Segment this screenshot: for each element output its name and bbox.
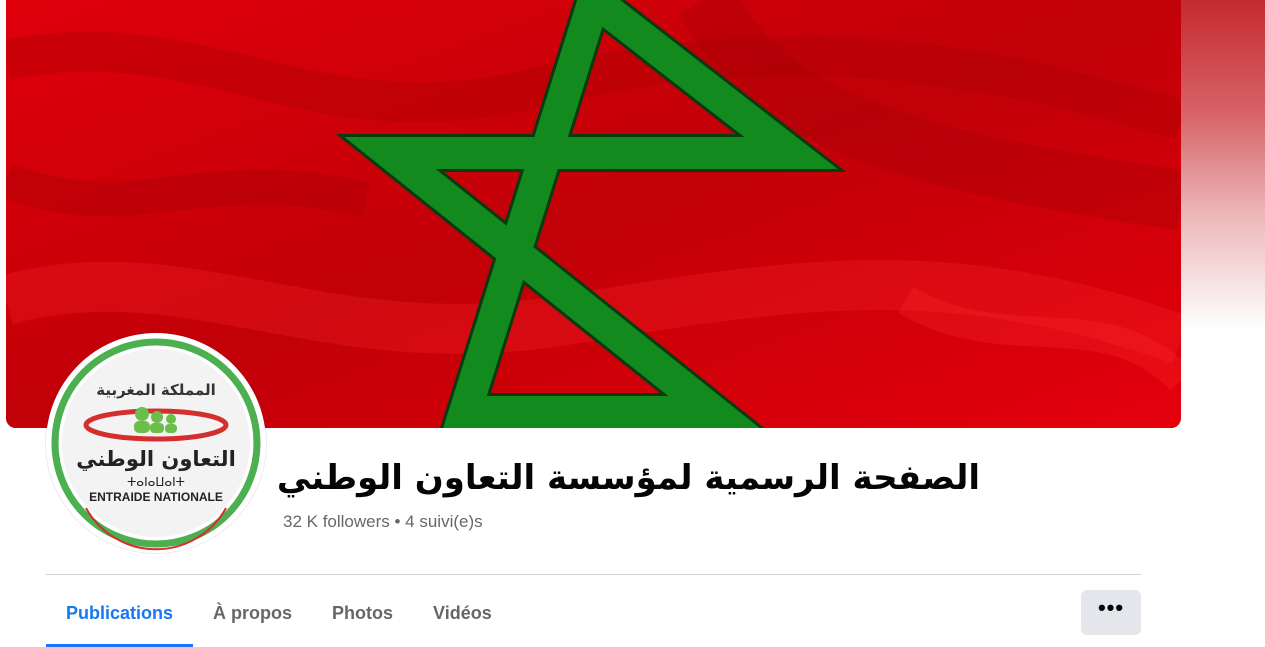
tab-about[interactable]: À propos: [193, 586, 312, 641]
svg-text:المملكة المغربية: المملكة المغربية: [96, 381, 216, 399]
svg-text:التعاون الوطني: التعاون الوطني: [76, 447, 236, 471]
page-title: الصفحة الرسمية لمؤسسة التعاون الوطني: [276, 458, 980, 498]
profile-avatar[interactable]: المملكة المغربية التعاون الوطني ⵜⴰⵏⴰⵡⴰⵏⵜ…: [46, 333, 266, 553]
person-icon: [135, 407, 149, 421]
cover-side-gradient: [1181, 0, 1265, 330]
tab-publications[interactable]: Publications: [46, 586, 194, 647]
more-options-button[interactable]: •••: [1081, 590, 1141, 635]
page-tabs: Publications À propos Photos Vidéos: [46, 586, 512, 647]
followers-count[interactable]: 32 K followers • 4 suivi(e)s: [283, 512, 483, 532]
svg-text:ENTRAIDE NATIONALE: ENTRAIDE NATIONALE: [89, 490, 223, 504]
entraide-nationale-logo: المملكة المغربية التعاون الوطني ⵜⴰⵏⴰⵡⴰⵏⵜ…: [51, 338, 261, 551]
svg-text:ⵜⴰⵏⴰⵡⴰⵏⵜ: ⵜⴰⵏⴰⵡⴰⵏⵜ: [127, 475, 185, 489]
tab-photos[interactable]: Photos: [312, 586, 413, 641]
more-horizontal-icon: •••: [1097, 594, 1125, 620]
tab-videos[interactable]: Vidéos: [413, 586, 512, 641]
header-divider: [46, 574, 1141, 575]
